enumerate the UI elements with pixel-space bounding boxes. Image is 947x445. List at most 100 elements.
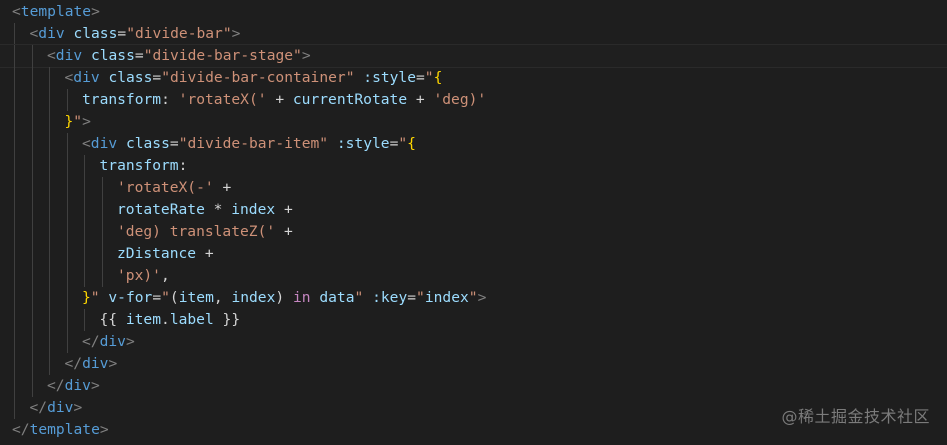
indent-guide — [84, 309, 85, 331]
code-token: in — [292, 289, 311, 306]
indent-guide — [66, 243, 68, 265]
code-token: div — [64, 377, 91, 394]
indent-guide — [101, 199, 103, 221]
code-line[interactable]: <div class="divide-bar-item" :style="{ — [0, 133, 947, 155]
code-editor[interactable]: <template> <div class="divide-bar"> <div c… — [0, 0, 947, 445]
code-line[interactable]: <div class="divide-bar"> — [0, 23, 947, 45]
code-token: = — [152, 69, 162, 86]
indent-guide — [66, 331, 68, 353]
indent-guide — [14, 111, 15, 133]
code-line[interactable]: zDistance + — [0, 243, 947, 265]
code-token: "divide-bar-container" — [161, 69, 355, 86]
indent-guide — [84, 265, 85, 287]
code-line[interactable]: {{ item.label }} — [0, 309, 947, 331]
indent-guide — [101, 243, 103, 265]
indent-guide — [101, 265, 103, 287]
code-token: " — [416, 289, 425, 306]
code-line[interactable]: }"> — [0, 111, 947, 133]
code-line[interactable]: rotateRate * index + — [0, 199, 947, 221]
code-line[interactable]: 'deg) translateZ(' + — [0, 221, 947, 243]
indent-guide — [31, 265, 33, 287]
code-token: , — [160, 267, 170, 284]
indent-guide — [14, 177, 15, 199]
code-lines[interactable]: <template> <div class="divide-bar"> <div c… — [0, 1, 947, 441]
code-token: < — [12, 3, 21, 20]
code-token: div — [99, 333, 126, 350]
code-token: + — [266, 91, 293, 108]
code-token: " — [354, 289, 364, 306]
code-token: transform — [99, 157, 179, 174]
watermark: @稀土掘金技术社区 — [781, 407, 930, 426]
indent-guide — [14, 265, 15, 287]
code-token: </ — [47, 377, 65, 394]
indent-guide — [49, 221, 50, 243]
indent-guide — [31, 221, 33, 243]
code-token: currentRotate — [292, 91, 408, 108]
indent-guide — [84, 155, 85, 177]
indent-guide — [14, 89, 15, 111]
code-token: { — [433, 69, 443, 86]
code-token: </ — [29, 399, 48, 416]
code-token: = — [152, 289, 162, 306]
code-line[interactable]: <template> — [0, 1, 947, 23]
code-token: div — [82, 355, 109, 372]
code-line[interactable]: </div> — [0, 353, 947, 375]
code-token: " — [468, 289, 478, 306]
indent-guide — [31, 199, 33, 221]
indent-guide — [101, 221, 103, 243]
code-token: index — [231, 289, 276, 306]
code-token: + — [213, 179, 232, 196]
code-token: = — [169, 135, 179, 152]
code-token: > — [477, 289, 487, 306]
code-token: } — [82, 289, 91, 306]
code-token: "divide-bar-stage" — [143, 47, 302, 64]
code-token: data — [319, 289, 355, 306]
code-line[interactable]: transform: — [0, 155, 947, 177]
indent-guide — [49, 331, 50, 353]
code-line[interactable]: 'px)', — [0, 265, 947, 287]
code-token: template — [20, 3, 92, 20]
code-token: 'deg) translateZ(' — [117, 223, 276, 240]
indent-guide — [66, 133, 68, 155]
code-token: > — [301, 47, 311, 64]
code-line[interactable]: 'rotateX(-' + — [0, 177, 947, 199]
code-line[interactable]: <div class="divide-bar-container" :style… — [0, 67, 947, 89]
code-line[interactable]: transform: 'rotateX(' + currentRotate + … — [0, 89, 947, 111]
code-line[interactable]: </div> — [0, 375, 947, 397]
code-token: }} — [213, 311, 241, 328]
code-token: class — [73, 25, 118, 42]
code-token: > — [73, 399, 83, 416]
code-token: transform — [82, 91, 162, 108]
code-token: . — [161, 311, 170, 328]
code-token: : — [161, 91, 179, 108]
code-token: 'deg)' — [433, 91, 487, 108]
code-token: = — [407, 289, 417, 306]
indent-guide — [49, 243, 50, 265]
code-token: item — [125, 311, 162, 328]
code-line[interactable]: </div> — [0, 331, 947, 353]
indent-guide — [49, 67, 50, 89]
indent-guide — [49, 287, 50, 309]
code-token: " — [161, 289, 170, 306]
code-token: < — [47, 47, 56, 64]
indent-guide — [14, 45, 15, 67]
code-line[interactable]: <div class="divide-bar-stage"> — [0, 44, 947, 68]
indent-guide — [14, 221, 15, 243]
indent-guide — [49, 111, 50, 133]
indent-guide — [14, 375, 15, 397]
code-token: = — [416, 69, 425, 86]
indent-guide — [66, 155, 68, 177]
code-token: " — [90, 289, 100, 306]
code-token: > — [125, 333, 135, 350]
indent-guide — [66, 309, 68, 331]
code-line[interactable]: }" v-for="(item, index) in data" :key="i… — [0, 287, 947, 309]
code-token: div — [55, 47, 83, 64]
indent-guide — [31, 353, 33, 375]
code-token: label — [169, 311, 214, 328]
code-token: class — [90, 47, 135, 64]
indent-guide — [84, 221, 85, 243]
indent-guide — [66, 199, 68, 221]
